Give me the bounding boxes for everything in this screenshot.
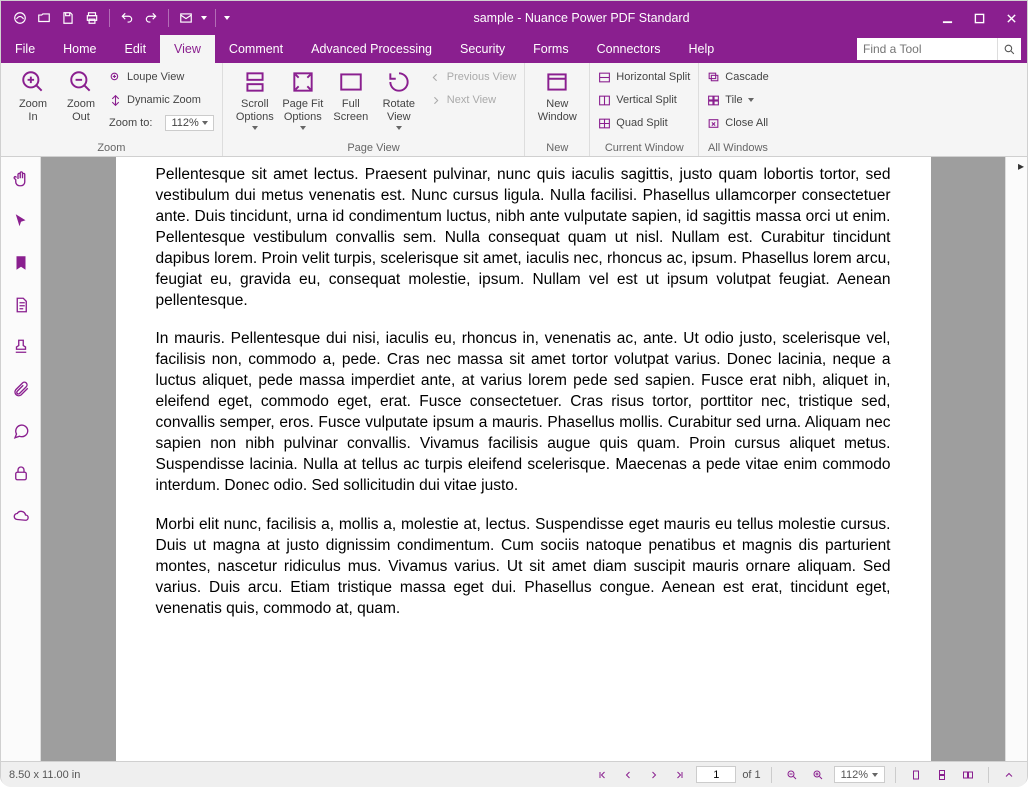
maximize-button[interactable] bbox=[963, 1, 995, 35]
cascade-button[interactable]: Cascade bbox=[707, 67, 768, 87]
ribbon-group-new: New Window New bbox=[525, 63, 590, 156]
zoom-out-status-button[interactable] bbox=[782, 766, 802, 784]
dynamic-zoom-button[interactable]: Dynamic Zoom bbox=[109, 90, 214, 110]
horizontal-split-button[interactable]: Horizontal Split bbox=[598, 67, 690, 87]
ribbon-group-pageview: Scroll Options Page Fit Options Full Scr… bbox=[223, 63, 526, 156]
menu-connectors[interactable]: Connectors bbox=[583, 35, 675, 63]
print-icon[interactable] bbox=[81, 7, 103, 29]
zoom-combo[interactable]: 112% bbox=[834, 766, 885, 783]
attachments-panel-icon[interactable] bbox=[7, 375, 35, 403]
comments-panel-icon[interactable] bbox=[7, 417, 35, 445]
document-page: Pellentesque sit amet lectus. Praesent p… bbox=[116, 157, 931, 761]
loupe-view-button[interactable]: Loupe View bbox=[109, 67, 214, 87]
doc-paragraph: Morbi elit nunc, facilisis a, mollis a, … bbox=[156, 515, 891, 620]
rotate-view-button[interactable]: Rotate View bbox=[375, 67, 423, 130]
mail-dropdown-icon[interactable] bbox=[199, 7, 209, 29]
bookmarks-panel-icon[interactable] bbox=[7, 249, 35, 277]
hand-tool-icon[interactable] bbox=[7, 165, 35, 193]
pages-panel-icon[interactable] bbox=[7, 291, 35, 319]
ribbon-group-all-windows: Cascade Tile Close All All Windows bbox=[699, 63, 776, 156]
zoom-in-button[interactable]: Zoom In bbox=[9, 67, 57, 123]
menu-advanced-processing[interactable]: Advanced Processing bbox=[297, 35, 446, 63]
vertical-split-button[interactable]: Vertical Split bbox=[598, 90, 690, 110]
page-dimensions: 8.50 x 11.00 in bbox=[9, 769, 80, 781]
continuous-view-icon[interactable] bbox=[932, 766, 952, 784]
page-fit-button[interactable]: Page Fit Options bbox=[279, 67, 327, 130]
page-of-label: of 1 bbox=[742, 769, 760, 781]
collapse-status-icon[interactable] bbox=[999, 766, 1019, 784]
redo-icon[interactable] bbox=[140, 7, 162, 29]
first-page-button[interactable] bbox=[592, 766, 612, 784]
close-button[interactable] bbox=[995, 1, 1027, 35]
mail-icon[interactable] bbox=[175, 7, 197, 29]
menu-forms[interactable]: Forms bbox=[519, 35, 582, 63]
zoom-to-control[interactable]: Zoom to: 112% bbox=[109, 113, 214, 133]
select-tool-icon[interactable] bbox=[7, 207, 35, 235]
menu-file[interactable]: File bbox=[1, 35, 49, 63]
stamps-panel-icon[interactable] bbox=[7, 333, 35, 361]
menu-security[interactable]: Security bbox=[446, 35, 519, 63]
doc-paragraph: Pellentesque sit amet lectus. Praesent p… bbox=[156, 165, 891, 311]
quad-split-button[interactable]: Quad Split bbox=[598, 113, 690, 133]
ribbon-group-zoom: Zoom In Zoom Out Loupe View Dynamic Zoom… bbox=[1, 63, 223, 156]
undo-icon[interactable] bbox=[116, 7, 138, 29]
menu-view[interactable]: View bbox=[160, 35, 215, 63]
previous-view-button: Previous View bbox=[429, 67, 517, 87]
app-logo-icon[interactable] bbox=[9, 7, 31, 29]
save-icon[interactable] bbox=[57, 7, 79, 29]
find-tool-input[interactable] bbox=[857, 38, 997, 60]
zoom-out-button[interactable]: Zoom Out bbox=[57, 67, 105, 123]
ribbon-group-current-window: Horizontal Split Vertical Split Quad Spl… bbox=[590, 63, 699, 156]
menu-edit[interactable]: Edit bbox=[111, 35, 161, 63]
next-page-button[interactable] bbox=[644, 766, 664, 784]
last-page-button[interactable] bbox=[670, 766, 690, 784]
page-number-input[interactable] bbox=[696, 766, 736, 783]
minimize-button[interactable] bbox=[931, 1, 963, 35]
facing-view-icon[interactable] bbox=[958, 766, 978, 784]
single-page-view-icon[interactable] bbox=[906, 766, 926, 784]
scroll-options-button[interactable]: Scroll Options bbox=[231, 67, 279, 130]
new-window-button[interactable]: New Window bbox=[533, 67, 581, 123]
window-title: sample - Nuance Power PDF Standard bbox=[232, 11, 931, 25]
prev-page-button[interactable] bbox=[618, 766, 638, 784]
find-tool-search-icon[interactable] bbox=[997, 38, 1021, 60]
right-panel-strip[interactable]: ▸ bbox=[1005, 157, 1027, 761]
doc-paragraph: In mauris. Pellentesque dui nisi, iaculi… bbox=[156, 329, 891, 496]
full-screen-button[interactable]: Full Screen bbox=[327, 67, 375, 123]
cloud-panel-icon[interactable] bbox=[7, 501, 35, 529]
qat-customize-icon[interactable] bbox=[222, 7, 232, 29]
next-view-button: Next View bbox=[429, 90, 517, 110]
menu-comment[interactable]: Comment bbox=[215, 35, 297, 63]
open-icon[interactable] bbox=[33, 7, 55, 29]
document-viewport[interactable]: Pellentesque sit amet lectus. Praesent p… bbox=[41, 157, 1005, 761]
menu-help[interactable]: Help bbox=[675, 35, 729, 63]
security-panel-icon[interactable] bbox=[7, 459, 35, 487]
tile-button[interactable]: Tile bbox=[707, 90, 768, 110]
zoom-in-status-button[interactable] bbox=[808, 766, 828, 784]
expand-right-arrow-icon[interactable]: ▸ bbox=[1018, 159, 1024, 173]
menu-home[interactable]: Home bbox=[49, 35, 110, 63]
close-all-button[interactable]: Close All bbox=[707, 113, 768, 133]
